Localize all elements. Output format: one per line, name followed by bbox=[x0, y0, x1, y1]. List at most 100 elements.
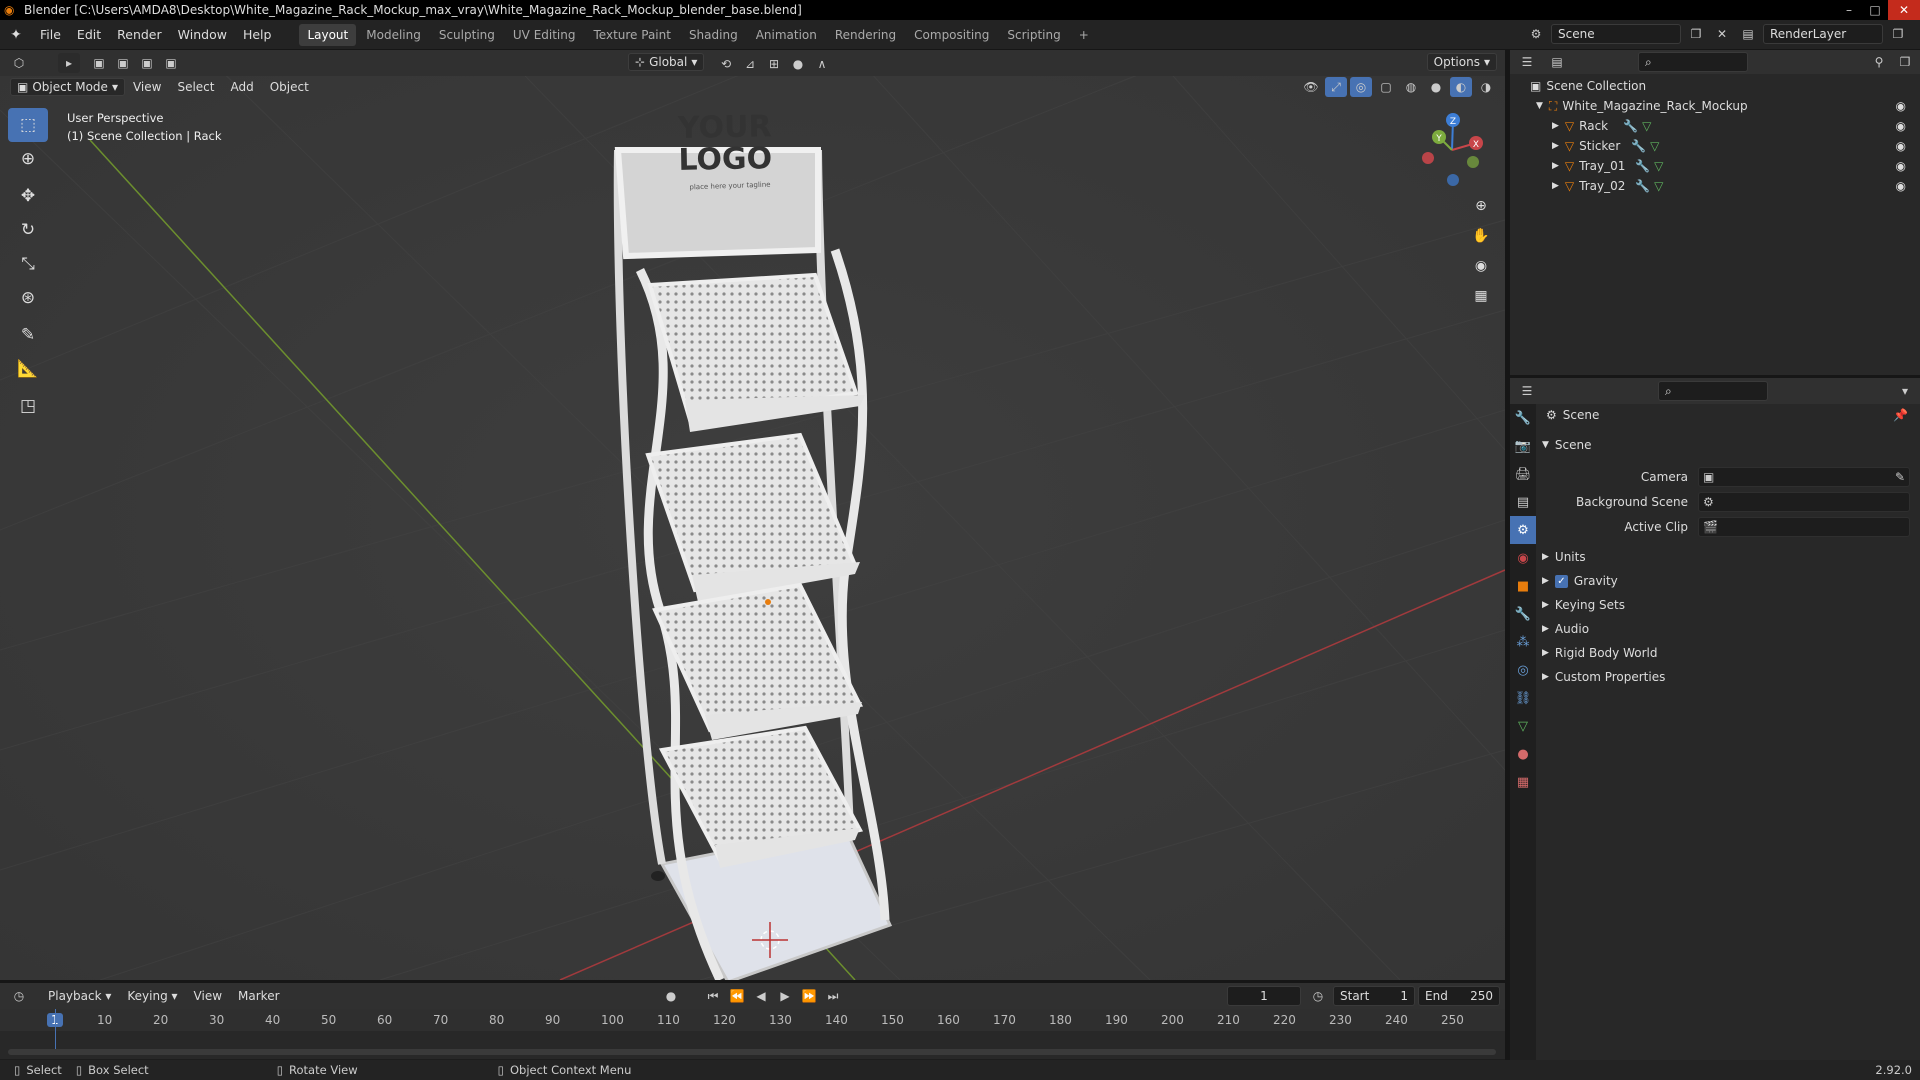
prev-keyframe-icon[interactable]: ⏪ bbox=[726, 986, 748, 1006]
snap-icon[interactable]: ⊿ bbox=[739, 54, 761, 74]
measure-tool-icon[interactable]: 📐 bbox=[8, 352, 48, 386]
eye-icon[interactable]: ◉ bbox=[1896, 119, 1906, 133]
tab-scripting[interactable]: Scripting bbox=[999, 24, 1068, 46]
jump-start-icon[interactable]: ⏮ bbox=[702, 986, 724, 1006]
menu-timeline-view[interactable]: View bbox=[186, 989, 230, 1003]
panel-keying-sets[interactable]: ▶ Keying Sets bbox=[1542, 598, 1625, 612]
tab-shading[interactable]: Shading bbox=[681, 24, 746, 46]
panel-audio[interactable]: ▶ Audio bbox=[1542, 622, 1589, 636]
properties-editor-icon[interactable]: ☰ bbox=[1516, 381, 1538, 401]
outliner-item-tray-02[interactable]: ▶ ▽ Tray_02 🔧 ▽ ◉ bbox=[1510, 176, 1920, 196]
outliner-collection[interactable]: ▼ ⛶ White_Magazine_Rack_Mockup ◉ bbox=[1510, 96, 1920, 116]
solid-shading-icon[interactable]: ● bbox=[1425, 77, 1447, 97]
navigation-gizmo[interactable]: Z X Y bbox=[1410, 110, 1490, 190]
panel-custom-properties[interactable]: ▶ Custom Properties bbox=[1542, 670, 1665, 684]
camera-field[interactable]: ▣ ✎ bbox=[1698, 467, 1910, 487]
menu-edit[interactable]: Edit bbox=[69, 27, 109, 42]
render-layer-selector[interactable]: RenderLayer bbox=[1763, 24, 1883, 44]
tab-uv-editing[interactable]: UV Editing bbox=[505, 24, 584, 46]
add-cube-tool-icon[interactable]: ◳ bbox=[8, 389, 48, 423]
annotate-tool-icon[interactable]: ✎ bbox=[8, 318, 48, 352]
menu-object[interactable]: Object bbox=[262, 80, 317, 94]
tab-rendering[interactable]: Rendering bbox=[827, 24, 904, 46]
menu-file[interactable]: File bbox=[32, 27, 69, 42]
outliner-editor-icon[interactable]: ☰ bbox=[1516, 52, 1538, 72]
panel-gravity[interactable]: ▶ ✓ Gravity bbox=[1542, 574, 1618, 588]
panel-rigid-body-world[interactable]: ▶ Rigid Body World bbox=[1542, 646, 1657, 660]
gizmo-toggle-icon[interactable]: ⤢ bbox=[1325, 77, 1347, 97]
tab-texture-paint[interactable]: Texture Paint bbox=[586, 24, 679, 46]
select-mode-icon[interactable]: ▸ bbox=[58, 53, 80, 73]
overlay-toggle-icon[interactable]: ◎ bbox=[1350, 77, 1372, 97]
rendered-shading-icon[interactable]: ◑ bbox=[1475, 77, 1497, 97]
world-tab-icon[interactable]: ◉ bbox=[1510, 544, 1536, 572]
playhead[interactable] bbox=[55, 1009, 56, 1051]
play-reverse-icon[interactable]: ◀ bbox=[750, 986, 772, 1006]
cursor-tool-icon[interactable]: ⊕ bbox=[8, 142, 48, 176]
tab-compositing[interactable]: Compositing bbox=[906, 24, 997, 46]
render-layer-icon[interactable]: ▤ bbox=[1737, 24, 1759, 44]
panel-scene[interactable]: ▼ Scene bbox=[1542, 438, 1592, 452]
wireframe-shading-icon[interactable]: ◍ bbox=[1400, 77, 1422, 97]
tab-layout[interactable]: Layout bbox=[299, 23, 357, 46]
expand-icon[interactable]: ▶ bbox=[1552, 161, 1559, 171]
data-tab-icon[interactable]: ▽ bbox=[1510, 712, 1536, 740]
mode-new-icon[interactable]: ▣ bbox=[88, 53, 110, 73]
record-icon[interactable]: ● bbox=[660, 986, 682, 1006]
pivot-icon[interactable]: ⟲ bbox=[715, 54, 737, 74]
output-tab-icon[interactable]: 🖨 bbox=[1510, 460, 1536, 488]
xray-icon[interactable]: ▢ bbox=[1375, 77, 1397, 97]
physics-tab-icon[interactable]: ◎ bbox=[1510, 656, 1536, 684]
blender-menu-icon[interactable]: ✦ bbox=[0, 27, 32, 43]
current-frame-field[interactable]: 1 bbox=[1227, 986, 1301, 1006]
tab-animation[interactable]: Animation bbox=[748, 24, 825, 46]
visibility-icon[interactable]: 👁 bbox=[1300, 77, 1322, 97]
proportional-icon[interactable]: ● bbox=[787, 54, 809, 74]
eye-icon[interactable]: ◉ bbox=[1896, 179, 1906, 193]
transform-tool-icon[interactable]: ⊛ bbox=[8, 281, 48, 315]
timeline-editor-icon[interactable]: ◷ bbox=[8, 986, 30, 1006]
menu-marker[interactable]: Marker bbox=[230, 989, 287, 1003]
scene-icon[interactable]: ⚙ bbox=[1525, 24, 1547, 44]
panel-units[interactable]: ▶ Units bbox=[1542, 550, 1586, 564]
scale-tool-icon[interactable]: ⤡ bbox=[8, 247, 48, 281]
transform-orientation-dropdown[interactable]: ⊹ Global ▾ bbox=[628, 53, 705, 71]
tab-modeling[interactable]: Modeling bbox=[358, 24, 429, 46]
expand-icon[interactable]: ▶ bbox=[1552, 181, 1559, 191]
menu-select[interactable]: Select bbox=[169, 80, 222, 94]
snap-target-icon[interactable]: ⊞ bbox=[763, 54, 785, 74]
display-mode-icon[interactable]: ▤ bbox=[1546, 52, 1568, 72]
scene-copy-icon[interactable]: ❐ bbox=[1685, 24, 1707, 44]
eye-icon[interactable]: ◉ bbox=[1896, 99, 1906, 113]
close-button[interactable]: ✕ bbox=[1888, 0, 1920, 20]
play-icon[interactable]: ▶ bbox=[774, 986, 796, 1006]
scene-tab-icon[interactable]: ⚙ bbox=[1510, 516, 1536, 544]
texture-tab-icon[interactable]: ▦ bbox=[1510, 768, 1536, 796]
outliner-item-tray-01[interactable]: ▶ ▽ Tray_01 🔧 ▽ ◉ bbox=[1510, 156, 1920, 176]
clock-icon[interactable]: ◷ bbox=[1307, 986, 1329, 1006]
add-workspace-button[interactable]: + bbox=[1071, 24, 1097, 46]
active-clip-field[interactable]: 🎬 bbox=[1698, 517, 1910, 537]
minimize-button[interactable]: – bbox=[1836, 0, 1862, 20]
menu-render[interactable]: Render bbox=[109, 27, 170, 42]
outliner-scene-collection[interactable]: ▣ Scene Collection bbox=[1510, 76, 1920, 96]
outliner-search-input[interactable]: ⌕ bbox=[1638, 52, 1748, 72]
menu-help[interactable]: Help bbox=[235, 27, 280, 42]
expand-icon[interactable]: ▶ bbox=[1552, 121, 1559, 131]
camera-icon[interactable]: ◉ bbox=[1467, 252, 1495, 280]
particles-tab-icon[interactable]: ⁂ bbox=[1510, 628, 1536, 656]
end-frame-field[interactable]: End 250 bbox=[1418, 986, 1500, 1006]
new-collection-icon[interactable]: ❐ bbox=[1894, 52, 1916, 72]
tool-tab-icon[interactable]: 🔧 bbox=[1510, 404, 1536, 432]
menu-keying[interactable]: Keying ▾ bbox=[119, 989, 185, 1003]
material-shading-icon[interactable]: ◐ bbox=[1450, 77, 1472, 97]
3d-viewport[interactable]: YOUR LOGO place here your tagline User P… bbox=[0, 50, 1505, 980]
render-tab-icon[interactable]: 📷 bbox=[1510, 432, 1536, 460]
move-tool-icon[interactable]: ✥ bbox=[8, 179, 48, 213]
menu-view[interactable]: View bbox=[125, 80, 169, 94]
layer-close-icon[interactable]: ✕ bbox=[1913, 24, 1920, 44]
rotate-tool-icon[interactable]: ↻ bbox=[8, 213, 48, 247]
layer-copy-icon[interactable]: ❐ bbox=[1887, 24, 1909, 44]
eyedropper-icon[interactable]: ✎ bbox=[1895, 470, 1905, 484]
material-tab-icon[interactable]: ● bbox=[1510, 740, 1536, 768]
